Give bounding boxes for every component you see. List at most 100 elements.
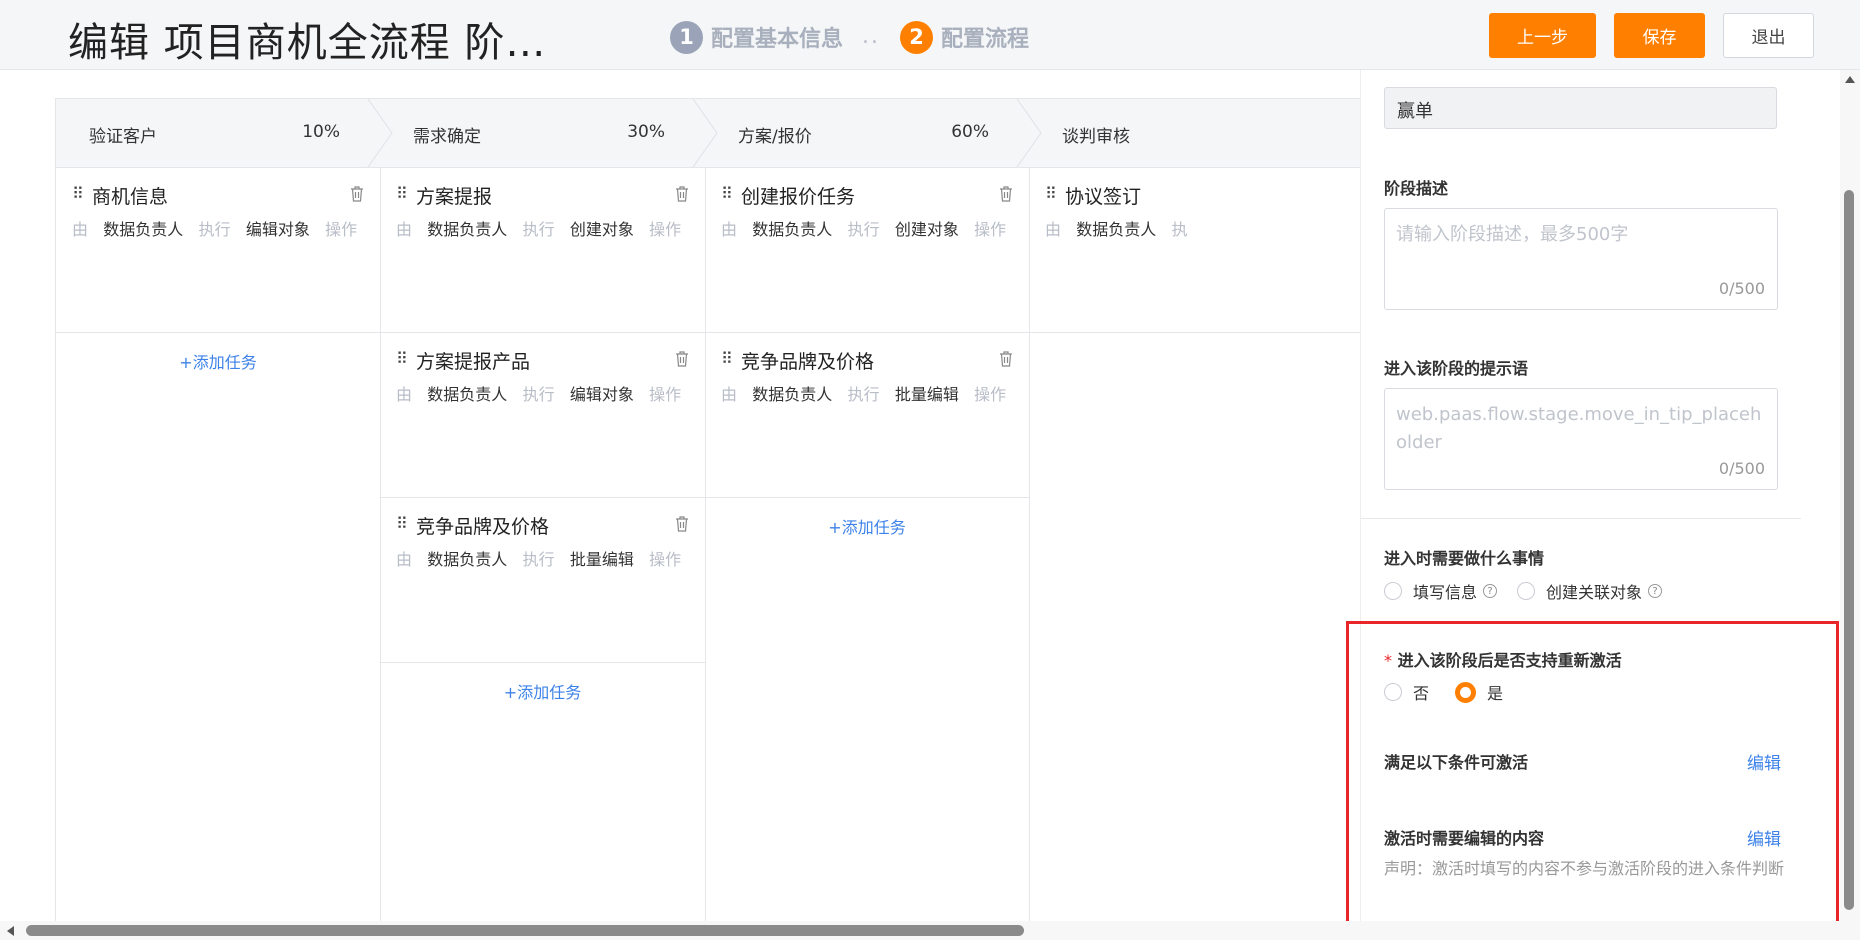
delete-icon[interactable]	[675, 516, 689, 532]
meta-exec: 执行	[847, 385, 880, 404]
delete-icon[interactable]	[999, 186, 1013, 202]
drag-handle-icon[interactable]: ⠿	[72, 184, 84, 203]
task-owner: 数据负责人	[427, 385, 508, 404]
stage-column: ⠿ 方案提报 由 数据负责人 执行 创建对象 操作 ⠿ 方案提报产品 由 数据负…	[380, 168, 706, 921]
meta-by: 由	[721, 385, 738, 404]
stage-arrow-icon	[367, 99, 393, 167]
step-basic-info[interactable]: 1 配置基本信息	[670, 20, 843, 54]
task-owner: 数据负责人	[1076, 220, 1157, 239]
task-card[interactable]: ⠿ 商机信息 由 数据负责人 执行 编辑对象 操作	[56, 168, 380, 333]
task-owner: 数据负责人	[103, 220, 184, 239]
meta-by: 由	[396, 385, 413, 404]
drag-handle-icon[interactable]: ⠿	[721, 349, 733, 368]
todo-label: 进入时需要做什么事情	[1384, 549, 1545, 568]
meta-by: 由	[1045, 220, 1062, 239]
meta-by: 由	[72, 220, 89, 239]
help-icon[interactable]: ?	[1483, 584, 1498, 598]
scroll-thumb[interactable]	[1844, 190, 1854, 910]
desc-label: 阶段描述	[1384, 179, 1449, 198]
step-separator: ..	[862, 24, 880, 49]
task-card[interactable]: ⠿ 方案提报产品 由 数据负责人 执行 编辑对象 操作	[380, 333, 705, 498]
scroll-thumb[interactable]	[26, 925, 1024, 936]
meta-exec: 执行	[522, 385, 555, 404]
top-header: 编辑 项目商机全流程 阶… 1 配置基本信息 .. 2 配置流程 上一步 保存 …	[0, 0, 1860, 70]
add-task-link[interactable]: +添加任务	[705, 498, 1029, 553]
scroll-left-icon[interactable]	[7, 926, 14, 936]
stage-result-field[interactable]: 赢单	[1384, 87, 1777, 129]
drag-handle-icon[interactable]: ⠿	[396, 514, 408, 533]
stage-column: ⠿ 协议签订 由 数据负责人 执	[1029, 168, 1361, 921]
task-owner: 数据负责人	[427, 550, 508, 569]
tip-char-count: 0/500	[1718, 459, 1765, 478]
stage-name: 验证客户	[89, 127, 157, 147]
stage-name: 需求确定	[413, 127, 481, 147]
meta-op: 操作	[974, 220, 1007, 239]
drag-handle-icon[interactable]: ⠿	[721, 184, 733, 203]
stage-header[interactable]: 方案/报价 60%	[705, 99, 1029, 168]
todo-options: 填写信息 ? 创建关联对象 ?	[1384, 579, 1663, 603]
stage-percent: 10%	[302, 122, 340, 142]
stage-header[interactable]: 谈判审核	[1029, 99, 1361, 168]
horizontal-scrollbar[interactable]	[0, 921, 1860, 940]
stage-arrow-icon	[1016, 99, 1042, 167]
stage-column: ⠿ 创建报价任务 由 数据负责人 执行 创建对象 操作 ⠿ 竞争品牌及价格 由 …	[705, 168, 1030, 921]
task-meta: 由 数据负责人 执行 编辑对象 操作	[72, 216, 357, 240]
scroll-up-icon[interactable]	[1845, 76, 1855, 83]
stage-percent: 60%	[951, 122, 989, 142]
vertical-scrollbar[interactable]	[1840, 70, 1860, 940]
meta-op: 操作	[649, 220, 682, 239]
delete-icon[interactable]	[999, 351, 1013, 367]
meta-by: 由	[721, 220, 738, 239]
stage-name: 方案/报价	[738, 127, 812, 147]
help-icon[interactable]: ?	[1648, 584, 1663, 598]
task-card[interactable]: ⠿ 方案提报 由 数据负责人 执行 创建对象 操作	[380, 168, 705, 333]
meta-by: 由	[396, 550, 413, 569]
task-meta: 由 数据负责人 执行 批量编辑 操作	[396, 546, 681, 570]
stage-percent: 30%	[627, 122, 665, 142]
delete-icon[interactable]	[675, 351, 689, 367]
delete-icon[interactable]	[350, 186, 364, 202]
highlight-box	[1346, 621, 1839, 927]
task-action: 创建对象	[894, 220, 959, 239]
tip-placeholder: web.paas.flow.stage.move_in_tip_placehol…	[1396, 404, 1762, 453]
task-name: 方案提报	[416, 186, 493, 208]
add-task-link[interactable]: +添加任务	[56, 333, 380, 388]
tip-textarea[interactable]: web.paas.flow.stage.move_in_tip_placehol…	[1384, 388, 1778, 490]
task-card[interactable]: ⠿ 创建报价任务 由 数据负责人 执行 创建对象 操作	[705, 168, 1029, 333]
desc-textarea[interactable]: 请输入阶段描述，最多500字 0/500	[1384, 208, 1778, 310]
fill-info-radio[interactable]	[1384, 582, 1402, 600]
task-meta: 由 数据负责人 执行 创建对象 操作	[396, 216, 681, 240]
drag-handle-icon[interactable]: ⠿	[396, 184, 408, 203]
meta-exec: 执行	[847, 220, 880, 239]
task-name: 协议签订	[1065, 186, 1142, 208]
step-number: 1	[670, 20, 703, 54]
task-card[interactable]: ⠿ 协议签订 由 数据负责人 执	[1029, 168, 1361, 333]
add-task-link[interactable]: +添加任务	[380, 663, 705, 718]
task-name: 创建报价任务	[741, 186, 856, 208]
delete-icon[interactable]	[675, 186, 689, 202]
step-label: 配置基本信息	[711, 27, 844, 52]
stage-header[interactable]: 需求确定 30%	[380, 99, 705, 168]
meta-exec: 执行	[522, 220, 555, 239]
drag-handle-icon[interactable]: ⠿	[396, 349, 408, 368]
create-related-radio[interactable]	[1517, 582, 1536, 600]
drag-handle-icon[interactable]: ⠿	[1045, 184, 1057, 203]
meta-op: 操作	[325, 220, 358, 239]
task-owner: 数据负责人	[752, 385, 833, 404]
stage-header[interactable]: 验证客户 10%	[56, 99, 380, 168]
stage-arrow-icon	[692, 99, 718, 167]
task-meta: 由 数据负责人 执行 编辑对象 操作	[396, 381, 681, 405]
prev-step-button[interactable]: 上一步	[1489, 13, 1596, 58]
page-title: 编辑 项目商机全流程 阶…	[68, 20, 547, 66]
meta-by: 由	[396, 220, 413, 239]
task-meta: 由 数据负责人 执行 创建对象 操作	[721, 216, 1006, 240]
task-card[interactable]: ⠿ 竞争品牌及价格 由 数据负责人 执行 批量编辑 操作	[705, 333, 1029, 498]
save-button[interactable]: 保存	[1614, 13, 1705, 58]
step-flow-config[interactable]: 2 配置流程	[900, 20, 1029, 54]
desc-char-count: 0/500	[1718, 279, 1765, 298]
task-owner: 数据负责人	[752, 220, 833, 239]
task-name: 方案提报产品	[416, 351, 531, 373]
exit-button[interactable]: 退出	[1723, 13, 1814, 58]
task-action: 编辑对象	[245, 220, 310, 239]
task-card[interactable]: ⠿ 竞争品牌及价格 由 数据负责人 执行 批量编辑 操作	[380, 498, 705, 663]
